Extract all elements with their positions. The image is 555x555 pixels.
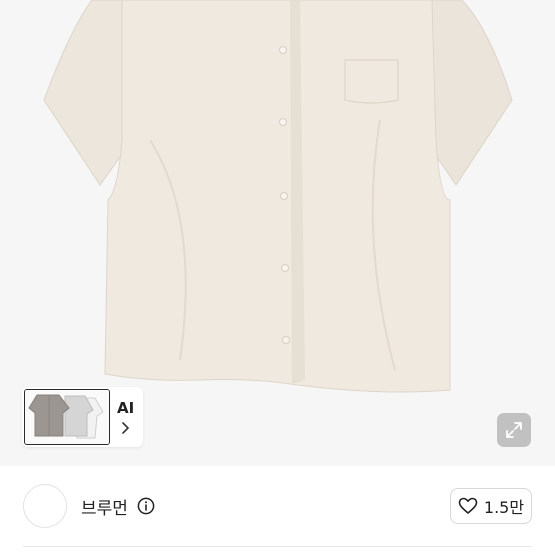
info-circle-icon[interactable] — [137, 497, 155, 515]
chevron-right-icon[interactable] — [118, 419, 132, 437]
heart-outline-icon — [458, 497, 478, 514]
expand-image-button[interactable] — [497, 413, 531, 447]
like-count: 1.5만 — [483, 498, 525, 517]
ai-thumbnail — [24, 389, 110, 445]
divider — [23, 546, 532, 547]
ai-label: AI — [117, 399, 135, 417]
seller-name[interactable]: 브루먼 — [81, 494, 128, 519]
expand-arrows-icon — [506, 422, 522, 438]
shirt-thumbnail-icon — [25, 390, 109, 444]
product-image-area[interactable]: AI — [0, 0, 555, 466]
like-button[interactable]: 1.5만 — [450, 488, 532, 524]
seller-avatar[interactable] — [23, 484, 67, 528]
ai-similar-items-card[interactable] — [22, 387, 143, 447]
